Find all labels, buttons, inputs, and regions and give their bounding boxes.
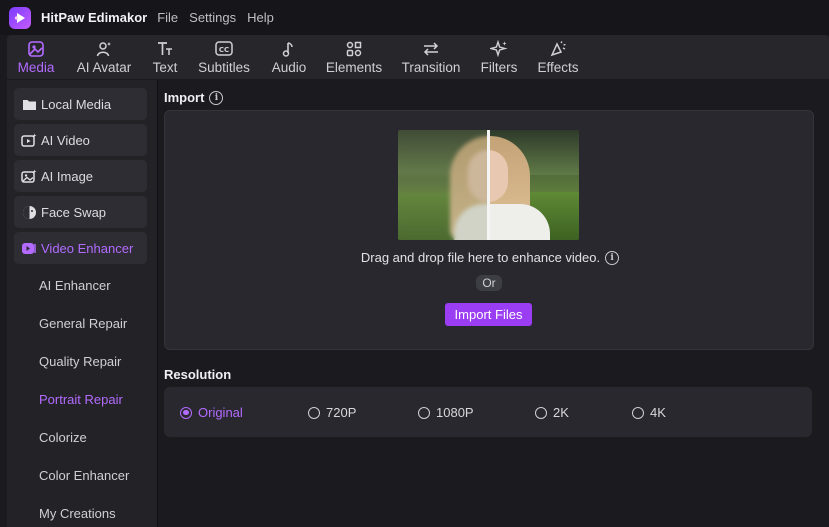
folder-icon (21, 96, 37, 112)
drop-text: Drag and drop file here to enhance video… (360, 250, 601, 265)
info-icon[interactable]: i (209, 90, 224, 105)
resolution-option-original[interactable]: Original (180, 405, 243, 420)
import-drop-zone[interactable]: Drag and drop file here to enhance video… (164, 110, 814, 350)
tab-elements[interactable]: Elements (324, 35, 384, 79)
before-after-divider (487, 130, 490, 240)
subtitles-icon: CC (214, 38, 234, 59)
sidebar-subitem-ai-enhancer[interactable]: AI Enhancer (39, 278, 111, 293)
transition-icon (421, 38, 441, 59)
svg-text:CC: CC (219, 46, 229, 54)
tab-elements-label: Elements (325, 60, 383, 75)
tab-ai-avatar-label: AI Avatar (76, 60, 132, 75)
sidebar-item-label: AI Image (41, 168, 94, 184)
menu-settings[interactable]: Settings (189, 10, 236, 25)
text-icon (156, 38, 174, 59)
radio-icon (418, 406, 430, 419)
drop-instructions: Drag and drop file here to enhance video… (165, 250, 815, 265)
resolution-option-label: 1080P (436, 405, 474, 420)
sidebar-subitem-quality-repair[interactable]: Quality Repair (39, 354, 121, 369)
import-title: Import (164, 90, 205, 105)
tab-ai-avatar[interactable]: AI Avatar (73, 35, 135, 79)
sidebar-subitem-portrait-repair[interactable]: Portrait Repair (39, 392, 123, 407)
radio-icon (535, 406, 547, 419)
tab-media-label: Media (17, 60, 55, 75)
ai-image-icon (21, 168, 37, 184)
sidebar-item-local-media[interactable]: Local Media (14, 88, 147, 120)
sidebar-item-video-enhancer[interactable]: Video Enhancer (14, 232, 147, 264)
info-icon[interactable]: i (605, 250, 620, 265)
sidebar-subitem-colorize[interactable]: Colorize (39, 430, 87, 445)
sidebar-item-label: Video Enhancer (41, 240, 134, 256)
tab-media[interactable]: Media (16, 35, 56, 79)
tab-filters[interactable]: Filters (478, 35, 520, 79)
enhancer-preview-image (398, 130, 579, 240)
ai-video-icon (21, 132, 37, 148)
sidebar-item-label: Face Swap (41, 204, 107, 220)
radio-icon (308, 406, 320, 419)
ai-avatar-icon (95, 38, 113, 59)
resolution-option-label: 4K (650, 405, 666, 420)
tab-effects-label: Effects (537, 60, 579, 75)
tab-text[interactable]: Text (149, 35, 181, 79)
filters-icon (490, 38, 508, 59)
resolution-option-1080p[interactable]: 1080P (418, 405, 474, 420)
video-enhancer-icon (21, 240, 37, 256)
import-section-title: Import i (164, 90, 224, 105)
resolution-option-720p[interactable]: 720P (308, 405, 356, 420)
sidebar-subitem-general-repair[interactable]: General Repair (39, 316, 127, 331)
resolution-option-2k[interactable]: 2K (535, 405, 569, 420)
tab-transition-label: Transition (401, 60, 461, 75)
resolution-options: Original 720P 1080P 2K 4K (164, 387, 812, 437)
tab-text-label: Text (152, 60, 178, 75)
sidebar-item-ai-image[interactable]: AI Image (14, 160, 147, 192)
tab-audio-label: Audio (271, 60, 307, 75)
elements-icon (345, 38, 363, 59)
sidebar-subitem-color-enhancer[interactable]: Color Enhancer (39, 468, 129, 483)
resolution-title: Resolution (164, 367, 232, 382)
tab-subtitles[interactable]: CC Subtitles (195, 35, 253, 79)
tab-transition[interactable]: Transition (399, 35, 463, 79)
sidebar: Local Media AI Video AI Image Face Swap … (7, 80, 157, 527)
resolution-option-4k[interactable]: 4K (632, 405, 666, 420)
menu-file[interactable]: File (157, 10, 178, 25)
menu-help[interactable]: Help (247, 10, 274, 25)
resolution-option-label: 720P (326, 405, 357, 420)
app-title: HitPaw Edimakor (41, 10, 148, 25)
resolution-option-label: Original (198, 405, 243, 420)
main-toolbar: Media AI Avatar Text CC Subtitles Audio … (7, 35, 829, 79)
audio-icon (280, 38, 298, 59)
radio-selected-icon (180, 406, 192, 419)
sidebar-item-label: Local Media (41, 96, 112, 112)
sidebar-item-label: AI Video (41, 132, 90, 148)
title-bar: HitPaw Edimakor File Settings Help (0, 0, 829, 35)
sidebar-item-ai-video[interactable]: AI Video (14, 124, 147, 156)
sidebar-subitem-my-creations[interactable]: My Creations (39, 506, 116, 521)
effects-icon (549, 38, 567, 59)
sidebar-divider (157, 80, 158, 527)
face-swap-icon (21, 204, 37, 220)
import-files-button[interactable]: Import Files (445, 303, 532, 326)
tab-audio[interactable]: Audio (267, 35, 311, 79)
app-logo-icon (9, 6, 31, 29)
or-separator: Or (476, 275, 502, 291)
resolution-section-title: Resolution (164, 367, 231, 382)
radio-icon (632, 406, 644, 419)
tab-filters-label: Filters (480, 60, 518, 75)
media-icon (27, 38, 45, 59)
resolution-option-label: 2K (553, 405, 569, 420)
sidebar-item-face-swap[interactable]: Face Swap (14, 196, 147, 228)
tab-subtitles-label: Subtitles (198, 60, 250, 75)
tab-effects[interactable]: Effects (535, 35, 581, 79)
